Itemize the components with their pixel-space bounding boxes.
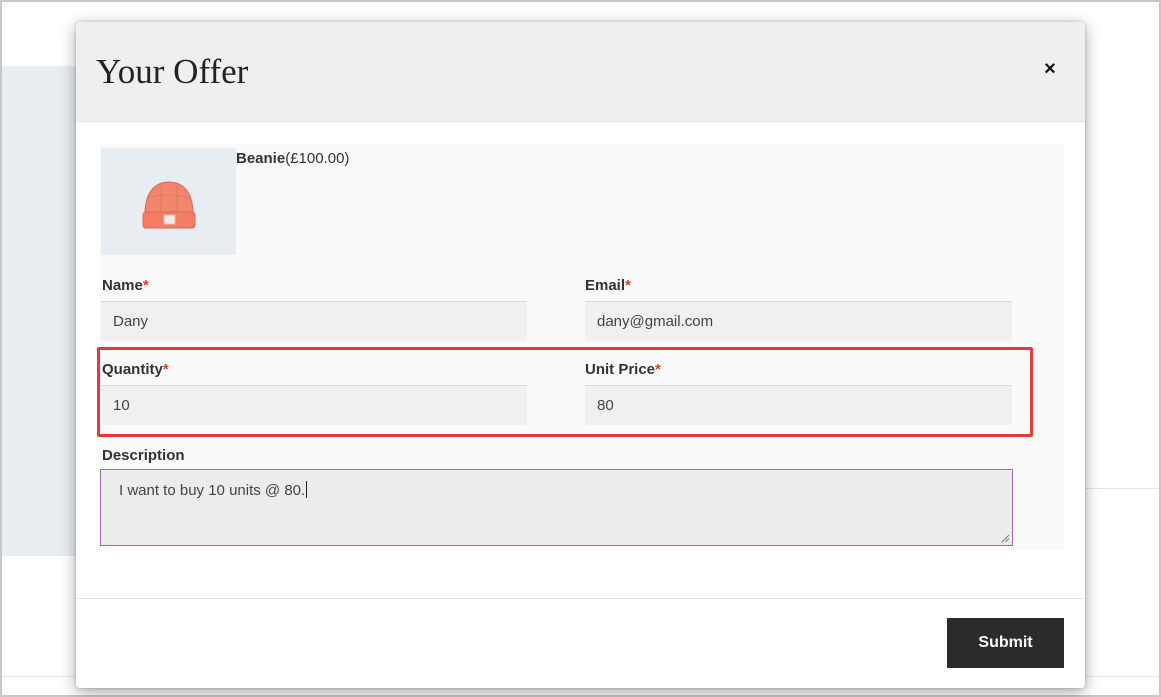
product-title: Beanie(£100.00)	[236, 150, 349, 167]
email-field[interactable]: dany@gmail.com	[585, 301, 1012, 341]
text-caret	[306, 481, 308, 498]
required-asterisk: *	[162, 361, 169, 378]
beanie-hat-icon	[142, 181, 196, 229]
name-label: Name*	[102, 277, 149, 294]
name-label-text: Name	[102, 277, 143, 294]
unit-price-label: Unit Price*	[585, 361, 661, 378]
offer-modal: Your Offer × Beanie(£100.00) Name* Dany …	[76, 22, 1085, 688]
description-text: I want to buy 10 units @ 80.	[119, 482, 306, 499]
resize-grip-icon[interactable]	[1001, 534, 1010, 543]
background-divider	[1085, 488, 1159, 489]
email-label-text: Email	[585, 277, 626, 294]
submit-button[interactable]: Submit	[947, 618, 1064, 668]
close-icon[interactable]: ×	[1039, 58, 1061, 80]
name-field[interactable]: Dany	[101, 301, 527, 341]
email-label: Email*	[585, 277, 631, 294]
required-asterisk: *	[142, 277, 149, 294]
quantity-label-text: Quantity	[102, 361, 163, 378]
product-name: Beanie	[236, 150, 286, 167]
quantity-field[interactable]: 10	[101, 385, 527, 425]
unit-price-field[interactable]: 80	[585, 385, 1012, 425]
description-textarea[interactable]: I want to buy 10 units @ 80.	[100, 469, 1013, 546]
product-image	[101, 148, 236, 255]
required-asterisk: *	[655, 361, 661, 378]
footer-divider	[76, 598, 1085, 599]
description-label: Description	[102, 447, 185, 464]
modal-title: Your Offer	[96, 52, 249, 91]
product-price: (£100.00)	[285, 150, 350, 167]
required-asterisk: *	[625, 277, 631, 294]
modal-header: Your Offer ×	[76, 22, 1085, 122]
unit-price-label-text: Unit Price	[585, 361, 656, 378]
quantity-label: Quantity*	[102, 361, 169, 378]
